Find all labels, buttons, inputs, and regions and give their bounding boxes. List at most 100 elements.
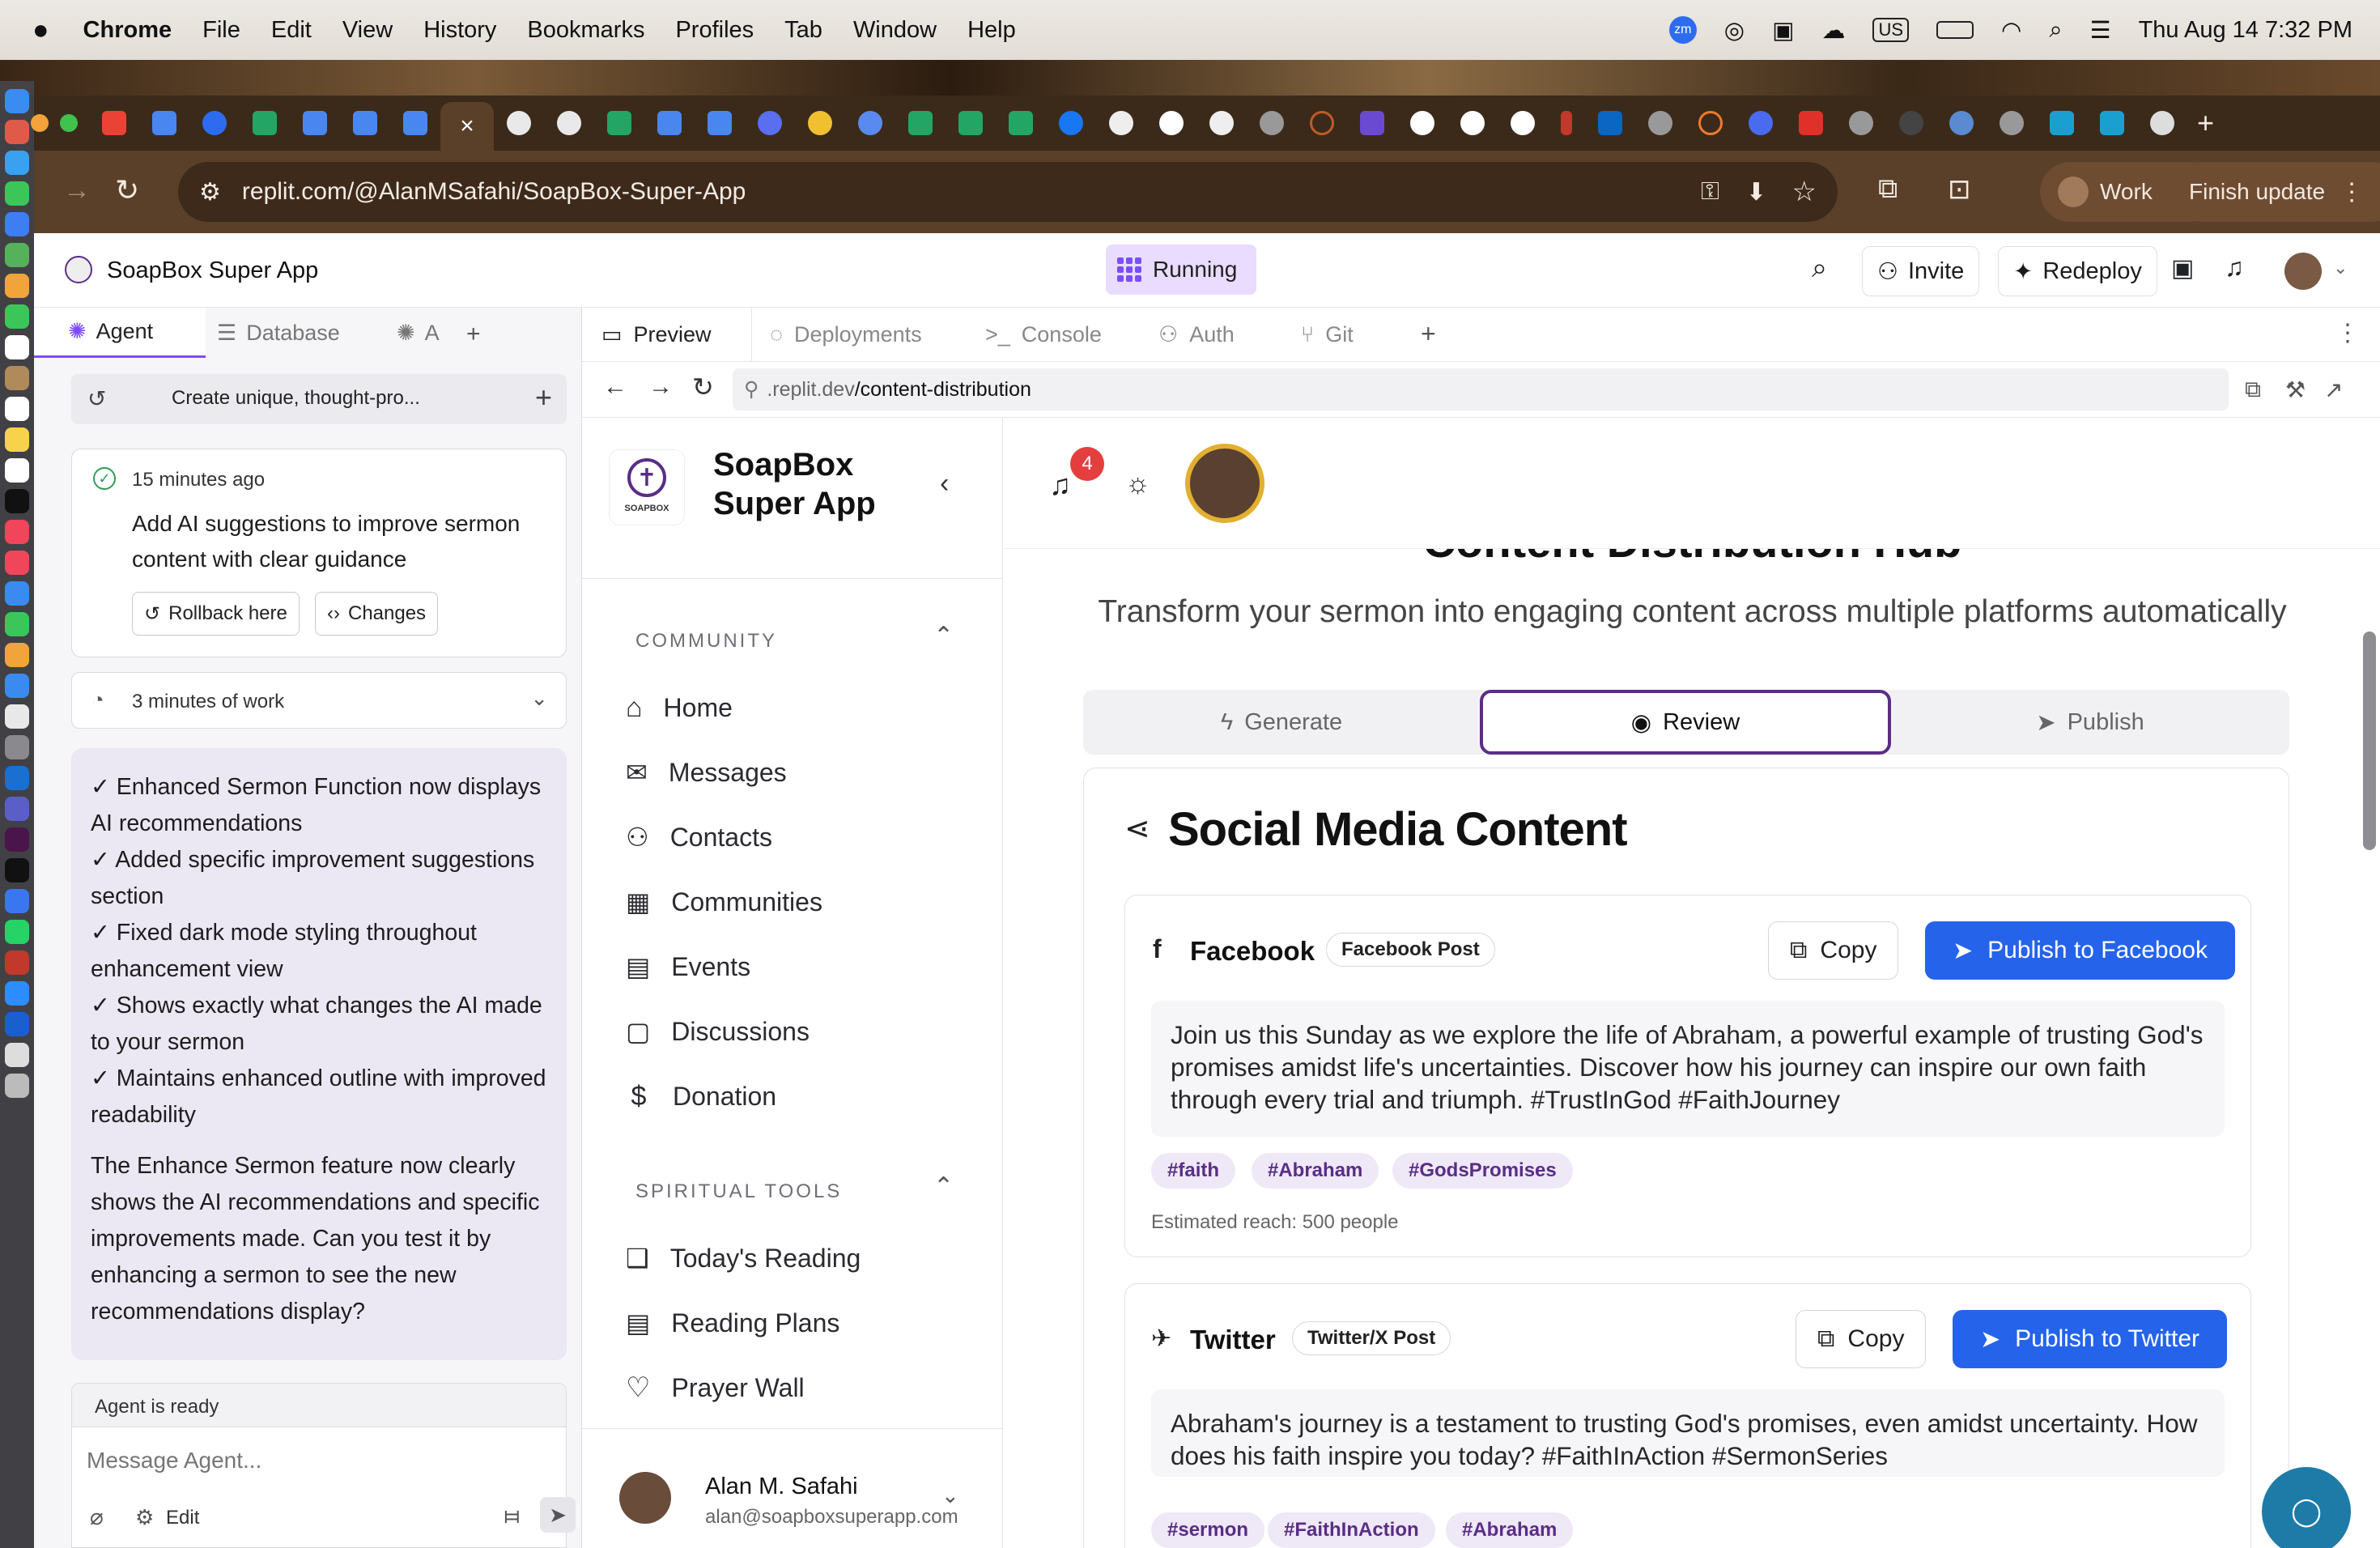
step-review[interactable]: ◉ Review [1480,690,1891,755]
control-center-icon[interactable]: ☰ [2090,16,2111,45]
contacts-icon[interactable] [5,366,29,390]
zoom-app-icon[interactable] [5,981,29,1006]
site-info-icon[interactable]: ⚙ [199,178,221,206]
teams-icon[interactable] [5,797,29,821]
omnibox-url[interactable]: replit.com/@AlanMSafahi/SoapBox-Super-Ap… [242,178,746,206]
invite-button[interactable]: ⚇ Invite [1862,246,1980,296]
launchpad-icon[interactable] [5,120,29,144]
hashtag-chip[interactable]: #Abraham [1446,1512,1574,1548]
docs-tab-icon-3[interactable] [403,111,427,135]
app-store-icon[interactable] [5,674,29,698]
tab-icon-grey-3[interactable] [1849,111,1873,135]
menu-help[interactable]: Help [967,17,1016,44]
menu-view[interactable]: View [342,17,393,44]
signal-icon[interactable] [5,889,29,913]
chat-support-button[interactable]: ◯ [2262,1467,2351,1548]
sidebar-item-home[interactable]: ⌂ Home [626,683,733,732]
tab-icon-grey-2[interactable] [1648,111,1672,135]
new-tab-icon[interactable]: + [2197,106,2214,140]
notifications-bell-icon[interactable]: ♫ [2225,253,2244,283]
sidebar-item-messages[interactable]: ✉ Messages [626,748,787,797]
onepassword-icon[interactable] [5,1012,29,1036]
safari-icon[interactable] [5,151,29,175]
password-key-icon[interactable]: ⚿ [1701,178,1719,206]
hashtag-chip[interactable]: #faith [1151,1153,1236,1189]
tab-icon-dark-2[interactable] [1899,111,1923,135]
kebab-menu-icon[interactable]: ⋮ [2340,178,2364,206]
freeform-icon[interactable] [5,458,29,483]
github-tab-icon[interactable] [1109,111,1133,135]
finish-update-button[interactable]: Finish update ⋮ [2171,162,2380,222]
terminal-icon[interactable] [5,858,29,882]
scrollbar-thumb[interactable] [2363,632,2376,850]
sheets-tab-icon-5[interactable] [1009,111,1033,135]
spotlight-icon[interactable]: ⌕ [2049,17,2062,44]
tab-icon-blue-circle[interactable] [758,111,782,135]
reminders-icon[interactable] [5,397,29,421]
docs-tab-icon-4[interactable] [657,111,682,135]
extensions-icon[interactable]: ⧉ [1878,173,1898,205]
user-menu-chevron-icon[interactable]: ⌄ [941,1483,959,1508]
menu-tab[interactable]: Tab [784,17,822,44]
apple-icon[interactable]: ● [32,15,49,46]
menu-app-name[interactable]: Chrome [83,17,172,44]
canva-tab-icon[interactable] [2050,111,2074,135]
sidebar-item-events[interactable]: ▤ Events [626,942,750,991]
chrome-tab-icon[interactable] [2150,111,2174,135]
google-tab-icon-4[interactable] [1511,111,1535,135]
google-tab-icon-3[interactable] [1460,111,1485,135]
copy-icon[interactable]: ▣ [2171,254,2194,283]
user-profile[interactable]: Alan M. Safahi alan@soapboxsuperapp.com … [582,1430,1003,1548]
zoom-tab-icon[interactable] [202,111,227,135]
preview-back-icon[interactable]: ← [603,373,627,401]
tab-auth[interactable]: ⚇ Auth [1158,308,1235,361]
sidebar-item-discussions[interactable]: ▢ Discussions [626,1007,810,1056]
notes-icon[interactable] [5,427,29,452]
theme-toggle-sun-icon[interactable]: ☼ [1125,468,1150,500]
tab-icon-dark-ring[interactable] [1310,111,1334,135]
copy-button[interactable]: ⧉ Copy [1796,1310,1927,1368]
settings-icon[interactable] [5,735,29,759]
finder-icon[interactable] [5,89,29,113]
wifi-icon[interactable]: ◠ [2001,16,2021,45]
whatsapp-icon[interactable] [5,920,29,944]
maps-icon[interactable] [5,243,29,267]
chatgpt-tab-icon[interactable] [507,111,531,135]
slack-icon[interactable] [5,827,29,852]
forward-icon[interactable]: → [63,175,91,206]
mail-icon[interactable] [5,212,29,236]
tab-database[interactable]: ☰ Database [217,308,340,358]
section-community-title[interactable]: COMMUNITY [635,630,777,653]
new-thread-icon[interactable]: + [535,381,552,415]
gmail-tab-icon[interactable] [102,111,126,135]
collapse-sidebar-icon[interactable]: ‹ [940,468,949,500]
open-new-window-icon[interactable]: ↗ [2324,376,2343,403]
hashtag-chip[interactable]: #sermon [1151,1512,1265,1548]
hashtag-chip[interactable]: #Abraham [1252,1153,1379,1189]
changes-button[interactable]: ‹› Changes [315,592,439,636]
menu-edit[interactable]: Edit [271,17,312,44]
tab-deployments[interactable]: ◌ Deployments [770,308,922,361]
history-icon[interactable]: ↺ [87,385,106,412]
facetime-icon[interactable] [5,304,29,329]
thread-title[interactable]: Create unique, thought-pro... [172,387,420,410]
reload-icon[interactable]: ↻ [115,173,139,207]
menu-window[interactable]: Window [853,17,937,44]
sheets-tab-icon-3[interactable] [908,111,933,135]
search-icon[interactable]: ⌕ [1812,253,1827,284]
canva-tab-icon-2[interactable] [2100,111,2124,135]
hashtag-chip[interactable]: #FaithInAction [1268,1512,1435,1548]
tab-icon-yellow[interactable] [808,111,832,135]
preview-forward-icon[interactable]: → [648,373,673,401]
tab-icon-purple[interactable] [1360,111,1384,135]
bookmark-star-icon[interactable]: ☆ [1792,176,1817,208]
menu-file[interactable]: File [202,17,240,44]
gemini-tab-icon[interactable] [858,111,882,135]
menu-bookmarks[interactable]: Bookmarks [527,17,644,44]
tab-agent[interactable]: ✺ Agent [34,308,206,358]
music-icon[interactable] [5,520,29,544]
tab-icon-grey[interactable] [1260,111,1284,135]
send-icon[interactable]: ➤ [540,1497,576,1533]
tab-assistant[interactable]: ✺ A [397,308,440,358]
spiritual-tools-chevron-up-icon[interactable]: ⌃ [933,1172,954,1201]
